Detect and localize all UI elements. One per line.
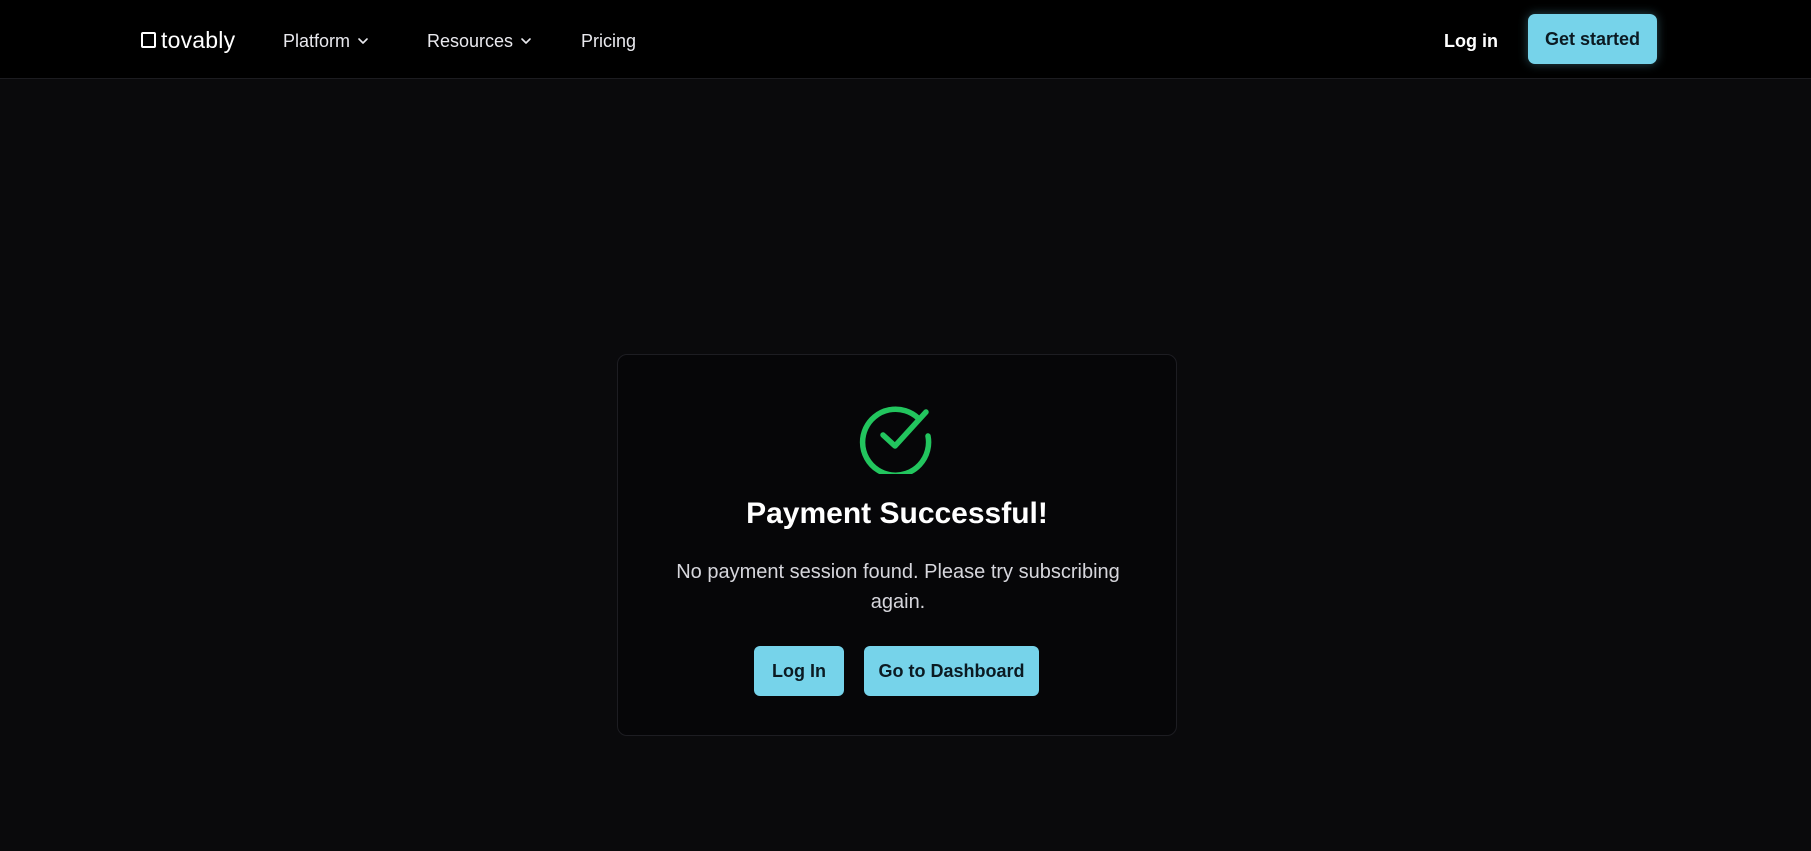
go-to-dashboard-button[interactable]: Go to Dashboard	[864, 646, 1039, 696]
log-in-button[interactable]: Log In	[754, 646, 844, 696]
nav-item-platform[interactable]: Platform	[283, 28, 370, 54]
brand-logo[interactable]: tovably	[141, 26, 235, 54]
logo-square-icon	[141, 32, 156, 48]
chevron-down-icon	[521, 38, 531, 44]
chevron-down-icon	[358, 38, 368, 44]
check-circle-icon	[859, 406, 932, 474]
logo-text: tovably	[161, 26, 236, 53]
payment-status-card: Payment Successful! No payment session f…	[617, 354, 1177, 736]
nav-item-pricing[interactable]: Pricing	[581, 28, 636, 54]
nav-login-link[interactable]: Log in	[1444, 28, 1498, 54]
nav-item-label: Pricing	[581, 30, 637, 51]
nav-item-label: Resources	[427, 30, 514, 51]
get-started-button[interactable]: Get started	[1528, 14, 1657, 64]
nav-item-label: Platform	[283, 30, 351, 51]
top-navigation: tovably Platform Resources Pricing Log i…	[0, 0, 1811, 79]
nav-item-resources[interactable]: Resources	[427, 28, 533, 54]
status-message: No payment session found. Please try sub…	[676, 561, 1120, 613]
page-title: Payment Successful!	[746, 497, 1048, 530]
